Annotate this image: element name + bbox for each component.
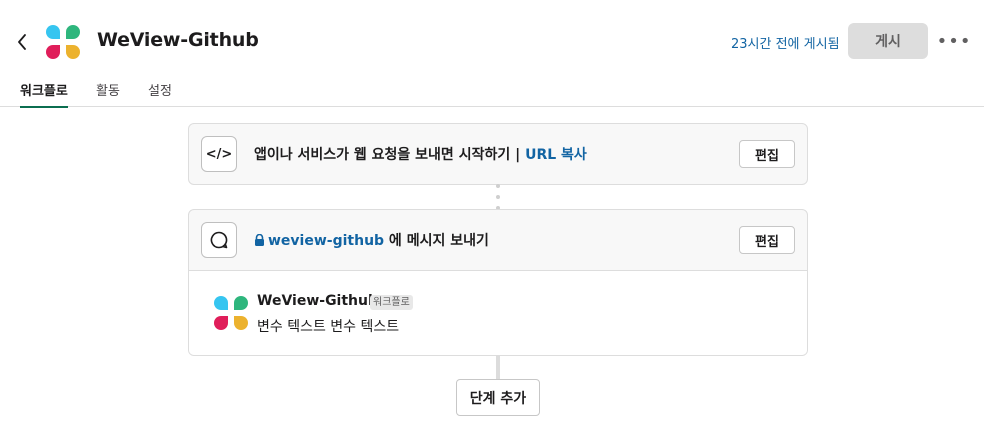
title-separator: | bbox=[510, 147, 526, 163]
chevron-left-icon bbox=[18, 34, 26, 50]
add-step-button[interactable]: 단계 추가 bbox=[456, 379, 540, 416]
message-sender-name: WeView-Github bbox=[257, 293, 379, 309]
tab-settings[interactable]: 설정 bbox=[148, 80, 172, 106]
tab-bar: 워크플로 활동 설정 bbox=[0, 80, 984, 108]
message-preview: WeView-Github 워크플로 변수 텍스트 변수 텍스트 bbox=[189, 270, 807, 355]
lock-icon bbox=[255, 233, 264, 246]
edit-trigger-button[interactable]: 편집 bbox=[739, 140, 795, 168]
workflow-badge: 워크플로 bbox=[370, 295, 413, 310]
trigger-step-title: 앱이나 서비스가 웹 요청을 보내면 시작하기 | URL 복사 bbox=[254, 144, 587, 164]
message-step-card[interactable]: weview-github 에 메시지 보내기 편집 WeView-Github… bbox=[188, 209, 808, 356]
published-status-link[interactable]: 23시간 전에 게시됨 bbox=[731, 33, 840, 52]
app-title: WeView-Github bbox=[97, 29, 259, 51]
trigger-step-card[interactable]: </> 앱이나 서비스가 웹 요청을 보내면 시작하기 | URL 복사 편집 bbox=[188, 123, 808, 185]
code-icon: </> bbox=[201, 136, 237, 172]
message-text: 변수 텍스트 변수 텍스트 bbox=[257, 319, 400, 335]
message-step-title-suffix: 에 메시지 보내기 bbox=[384, 233, 489, 249]
step-connector bbox=[496, 184, 500, 210]
app-logo-icon bbox=[46, 25, 80, 59]
more-options-icon[interactable]: ••• bbox=[937, 28, 971, 54]
trigger-step-description: 앱이나 서비스가 웹 요청을 보내면 시작하기 bbox=[254, 147, 511, 163]
add-step-connector bbox=[496, 355, 500, 379]
edit-message-button[interactable]: 편집 bbox=[739, 226, 795, 254]
sender-avatar-icon bbox=[214, 296, 248, 330]
copy-url-link[interactable]: URL 복사 bbox=[525, 147, 587, 163]
channel-link[interactable]: weview-github bbox=[268, 233, 384, 249]
back-button[interactable] bbox=[14, 32, 30, 52]
tab-workflow[interactable]: 워크플로 bbox=[20, 80, 68, 108]
workflow-header: WeView-Github 23시간 전에 게시됨 게시 ••• bbox=[0, 0, 1003, 80]
message-bubble-icon bbox=[210, 231, 228, 249]
tab-activity[interactable]: 활동 bbox=[96, 80, 120, 106]
publish-button[interactable]: 게시 bbox=[848, 23, 928, 59]
message-step-title: weview-github 에 메시지 보내기 bbox=[254, 230, 489, 250]
message-step-icon-box bbox=[201, 222, 237, 258]
